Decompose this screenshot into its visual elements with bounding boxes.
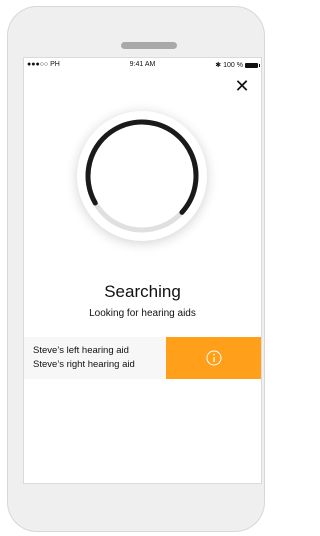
left-hearing-aid-label: Steve’s left hearing aid [33,345,129,356]
search-spinner [77,111,207,241]
device-list-item: Steve’s left hearing aid Steve’s right h… [24,337,261,379]
status-bar: ●●●○○ PH 9:41 AM ✱ 100 % [24,58,261,72]
progress-arc [85,119,199,233]
info-button[interactable] [166,337,261,379]
device-names: Steve’s left hearing aid Steve’s right h… [33,344,135,372]
page-title: Searching [104,282,181,301]
close-button[interactable]: ✕ [232,76,252,96]
battery-label: 100 % [223,61,243,69]
page-subtitle: Looking for hearing aids [89,308,196,319]
right-hearing-aid-label: Steve’s right hearing aid [33,359,135,370]
battery-icon [245,62,260,68]
speaker-grille [121,42,177,49]
bluetooth-icon: ✱ [215,62,222,69]
progress-ring [85,119,199,233]
battery-status: ✱ 100 % [215,61,260,69]
info-icon [206,350,222,366]
app-screen: ●●●○○ PH 9:41 AM ✱ 100 % ✕ Searching Loo… [23,57,262,484]
